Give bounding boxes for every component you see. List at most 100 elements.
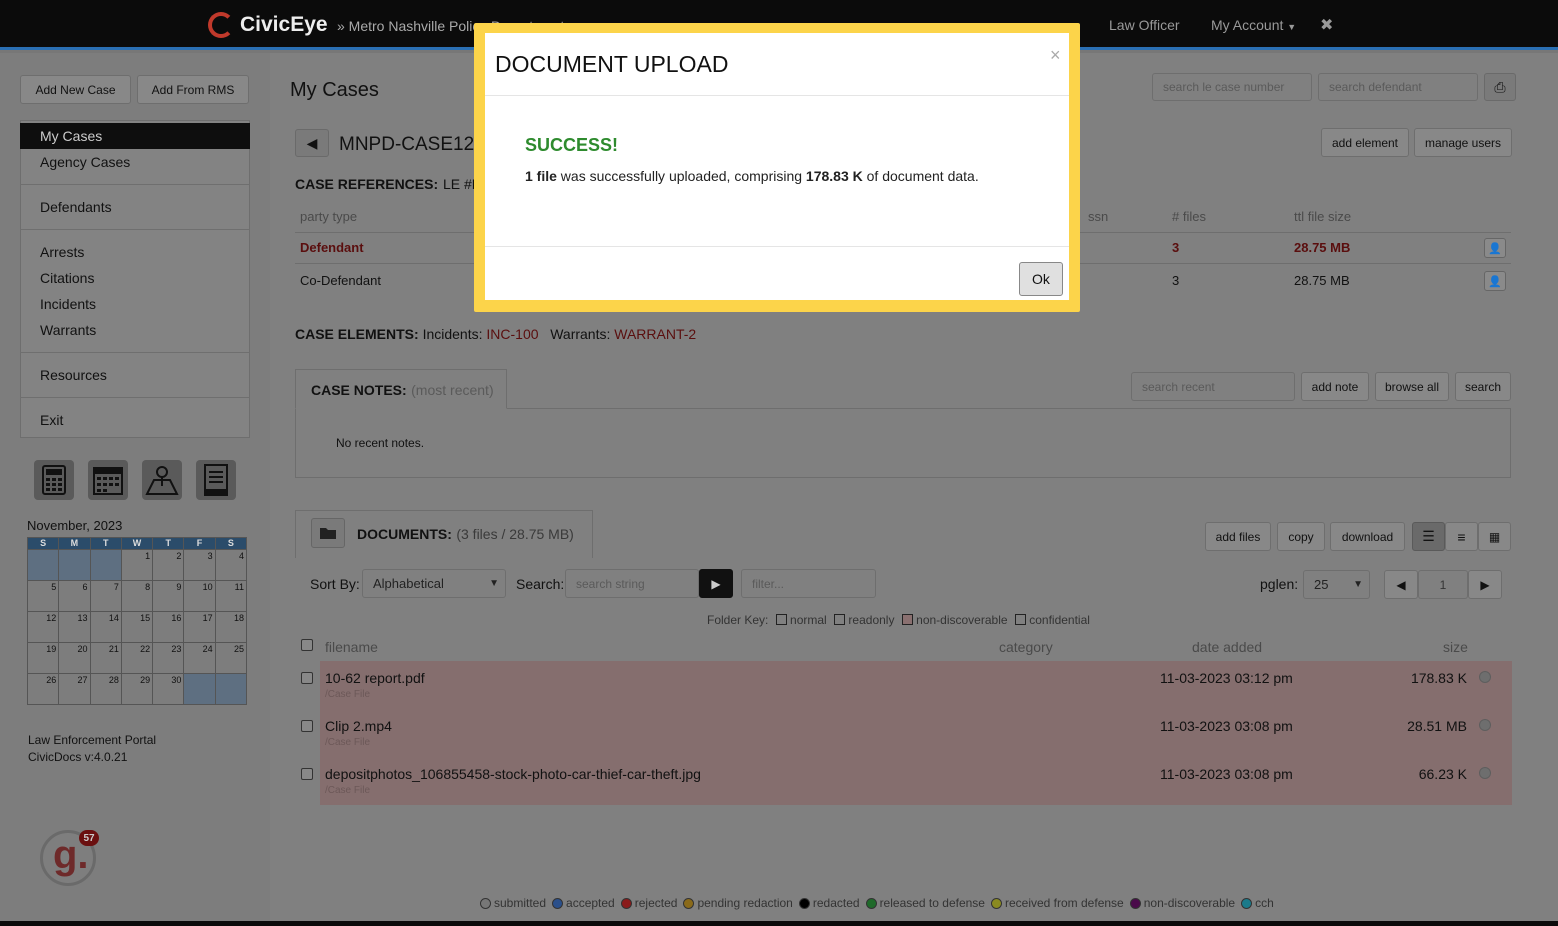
- row-checkbox[interactable]: [301, 720, 313, 732]
- select-all-checkbox[interactable]: [301, 639, 313, 651]
- notebook-icon[interactable]: [196, 460, 236, 500]
- calendar-day[interactable]: 4: [214, 549, 248, 581]
- view-grid-icon[interactable]: ▦: [1478, 522, 1511, 551]
- sidebar-item-incidents[interactable]: Incidents: [20, 292, 250, 316]
- sidebar-item-warrants[interactable]: Warrants: [20, 318, 250, 342]
- next-page-button[interactable]: ▶: [1468, 570, 1502, 599]
- table-row[interactable]: [320, 709, 1512, 757]
- sidebar-item-arrests[interactable]: Arrests: [20, 240, 250, 264]
- page-number-input[interactable]: 1: [1418, 570, 1468, 599]
- add-from-rms-button[interactable]: Add From RMS: [137, 75, 249, 104]
- sidebar-item-resources[interactable]: Resources: [20, 363, 250, 387]
- calendar-day[interactable]: 15: [120, 611, 154, 643]
- add-note-button[interactable]: add note: [1301, 372, 1369, 401]
- calendar-day[interactable]: 22: [120, 642, 154, 674]
- calendar-day[interactable]: 6: [58, 580, 91, 612]
- party-type-header[interactable]: party type: [300, 209, 357, 224]
- sidebar-item-defendants[interactable]: Defendants: [20, 195, 250, 219]
- add-new-case-button[interactable]: Add New Case: [20, 75, 131, 104]
- search-notes-button[interactable]: search: [1455, 372, 1511, 401]
- calendar-day[interactable]: 20: [58, 642, 91, 674]
- close-icon[interactable]: ✖: [1320, 15, 1333, 35]
- sidebar-item-my-cases[interactable]: My Cases: [20, 123, 250, 149]
- calendar-day[interactable]: 9: [152, 580, 185, 612]
- browse-all-button[interactable]: browse all: [1375, 372, 1449, 401]
- my-account-menu[interactable]: My Account ▼: [1211, 17, 1296, 33]
- calendar-day[interactable]: 21: [89, 642, 122, 674]
- filename-header[interactable]: filename: [325, 639, 378, 655]
- date-added-header[interactable]: date added: [1192, 639, 1262, 655]
- files-header[interactable]: # files: [1172, 209, 1206, 224]
- calendar-day[interactable]: 25: [214, 642, 248, 674]
- add-files-button[interactable]: add files: [1205, 522, 1271, 551]
- size-header[interactable]: ttl file size: [1294, 209, 1351, 224]
- map-icon[interactable]: [142, 460, 182, 500]
- help-widget[interactable]: g. 57: [40, 830, 99, 886]
- search-go-button[interactable]: ▶: [699, 569, 733, 598]
- calendar-day[interactable]: 23: [152, 642, 185, 674]
- calendar-day[interactable]: 11: [214, 580, 248, 612]
- calendar-day[interactable]: 12: [26, 611, 60, 643]
- search-defendant-input[interactable]: search defendant: [1318, 73, 1478, 101]
- calendar-day[interactable]: 28: [89, 673, 122, 705]
- calendar-day[interactable]: 5: [26, 580, 60, 612]
- file-name[interactable]: 10-62 report.pdf: [325, 670, 425, 686]
- calendar-day[interactable]: 3: [183, 549, 216, 581]
- modal-close-icon[interactable]: ×: [1050, 45, 1061, 66]
- incident-link[interactable]: INC-100: [486, 326, 538, 342]
- download-button[interactable]: download: [1330, 522, 1405, 551]
- file-name[interactable]: depositphotos_106855458-stock-photo-car-…: [325, 766, 701, 782]
- view-detail-icon[interactable]: ☰: [1412, 522, 1445, 551]
- role-link[interactable]: Law Officer: [1109, 17, 1180, 33]
- back-button[interactable]: ◀: [295, 129, 329, 157]
- calendar-icon[interactable]: [88, 460, 128, 500]
- calendar-day[interactable]: 19: [26, 642, 60, 674]
- brand-name[interactable]: CivicEye: [240, 13, 328, 37]
- sort-select[interactable]: Alphabetical ▼: [362, 569, 506, 598]
- prev-page-button[interactable]: ◀: [1384, 570, 1418, 599]
- search-string-input[interactable]: search string: [565, 569, 699, 598]
- copy-button[interactable]: copy: [1277, 522, 1325, 551]
- size-header[interactable]: size: [1443, 639, 1468, 655]
- calendar-day[interactable]: 13: [58, 611, 91, 643]
- sidebar-item-exit[interactable]: Exit: [20, 408, 250, 432]
- calendar-day[interactable]: 8: [120, 580, 154, 612]
- calendar-day[interactable]: 26: [26, 673, 60, 705]
- filter-input[interactable]: filter...: [741, 569, 876, 598]
- calendar-day[interactable]: 18: [214, 611, 248, 643]
- calendar-day[interactable]: 7: [89, 580, 122, 612]
- file-name[interactable]: Clip 2.mp4: [325, 718, 392, 734]
- warrant-link[interactable]: WARRANT-2: [614, 326, 696, 342]
- calendar-day[interactable]: 17: [183, 611, 216, 643]
- calendar-day[interactable]: 29: [120, 673, 154, 705]
- notes-tab[interactable]: CASE NOTES: (most recent): [295, 369, 507, 409]
- calendar-day[interactable]: 10: [183, 580, 216, 612]
- category-header[interactable]: category: [999, 639, 1053, 655]
- search-notes-input[interactable]: search recent: [1131, 372, 1295, 401]
- sidebar-item-agency-cases[interactable]: Agency Cases: [20, 150, 250, 174]
- calendar-day[interactable]: 30: [152, 673, 185, 705]
- view-list-icon[interactable]: ≡: [1445, 522, 1478, 551]
- calendar-day[interactable]: 14: [89, 611, 122, 643]
- folder-icon[interactable]: [311, 518, 345, 548]
- row-checkbox[interactable]: [301, 768, 313, 780]
- user-icon[interactable]: 👤: [1484, 271, 1506, 291]
- calculator-icon[interactable]: [34, 460, 74, 500]
- search-case-number-input[interactable]: search le case number: [1152, 73, 1312, 101]
- pglen-select[interactable]: 25 ▼: [1303, 570, 1370, 599]
- user-icon[interactable]: 👤: [1484, 238, 1506, 258]
- row-checkbox[interactable]: [301, 672, 313, 684]
- legend-item: accepted: [552, 896, 615, 910]
- manage-users-button[interactable]: manage users: [1414, 128, 1512, 157]
- calendar-day[interactable]: 1: [120, 549, 154, 581]
- table-row[interactable]: [320, 661, 1512, 709]
- calendar-day[interactable]: 24: [183, 642, 216, 674]
- calendar-day[interactable]: 16: [152, 611, 185, 643]
- calendar-day[interactable]: 2: [152, 549, 185, 581]
- ok-button[interactable]: Ok: [1019, 262, 1063, 296]
- sidebar-item-citations[interactable]: Citations: [20, 266, 250, 290]
- ssn-header[interactable]: ssn: [1088, 209, 1108, 224]
- calendar-day[interactable]: 27: [58, 673, 91, 705]
- add-element-button[interactable]: add element: [1321, 128, 1409, 157]
- print-icon[interactable]: ⎙: [1484, 73, 1516, 101]
